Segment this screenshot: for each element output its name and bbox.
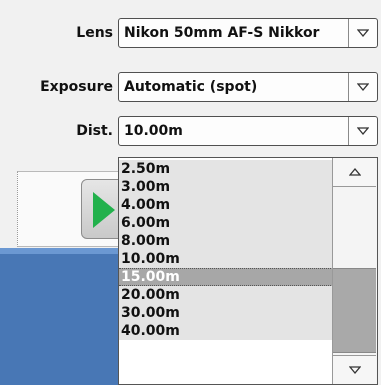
chevron-down-icon[interactable]	[348, 73, 377, 101]
triangle-down-icon	[348, 366, 361, 374]
exposure-select-value: Automatic (spot)	[124, 79, 258, 95]
dropdown-options: 2.50m 3.00m 4.00m 6.00m 8.00m 10.00m 15.00m 20.…	[119, 160, 333, 340]
toolbar-panel	[17, 171, 125, 247]
dropdown-option[interactable]: 40.00m	[119, 322, 333, 340]
distance-label: Dist.	[76, 123, 113, 139]
preview-area	[0, 248, 120, 385]
distance-select-value: 10.00m	[124, 123, 183, 139]
dropdown-scrollbar[interactable]	[332, 158, 377, 384]
chevron-down-icon[interactable]	[348, 117, 377, 145]
exposure-select[interactable]: Automatic (spot)	[118, 72, 378, 102]
distance-dropdown-list[interactable]: 2.50m 3.00m 4.00m 6.00m 8.00m 10.00m 15.00m 20.…	[118, 157, 378, 385]
scroll-up-button[interactable]	[333, 158, 376, 187]
lens-label: Lens	[76, 25, 113, 41]
triangle-up-icon	[348, 168, 361, 176]
dropdown-option[interactable]: 8.00m	[119, 232, 333, 250]
scroll-down-button[interactable]	[333, 355, 376, 384]
distance-row: Dist. 10.00m	[0, 116, 381, 148]
lens-select-value: Nikon 50mm AF-S Nikkor	[124, 25, 320, 41]
exposure-label: Exposure	[40, 79, 113, 95]
dropdown-option[interactable]: 2.50m	[119, 160, 333, 178]
dropdown-option[interactable]: 4.00m	[119, 196, 333, 214]
exposure-row: Exposure Automatic (spot)	[0, 72, 381, 104]
lens-select[interactable]: Nikon 50mm AF-S Nikkor	[118, 18, 378, 48]
dropdown-option[interactable]: 6.00m	[119, 214, 333, 232]
dropdown-option[interactable]: 20.00m	[119, 286, 333, 304]
chevron-down-icon[interactable]	[348, 19, 377, 47]
lens-row: Lens Nikon 50mm AF-S Nikkor	[0, 18, 381, 50]
dropdown-option[interactable]: 30.00m	[119, 304, 333, 322]
play-icon	[93, 192, 115, 228]
dropdown-option[interactable]: 3.00m	[119, 178, 333, 196]
distance-select[interactable]: 10.00m	[118, 116, 378, 146]
dropdown-option[interactable]: 10.00m	[119, 250, 333, 268]
dropdown-option[interactable]: 15.00m	[119, 268, 333, 286]
scroll-thumb[interactable]	[333, 268, 376, 353]
